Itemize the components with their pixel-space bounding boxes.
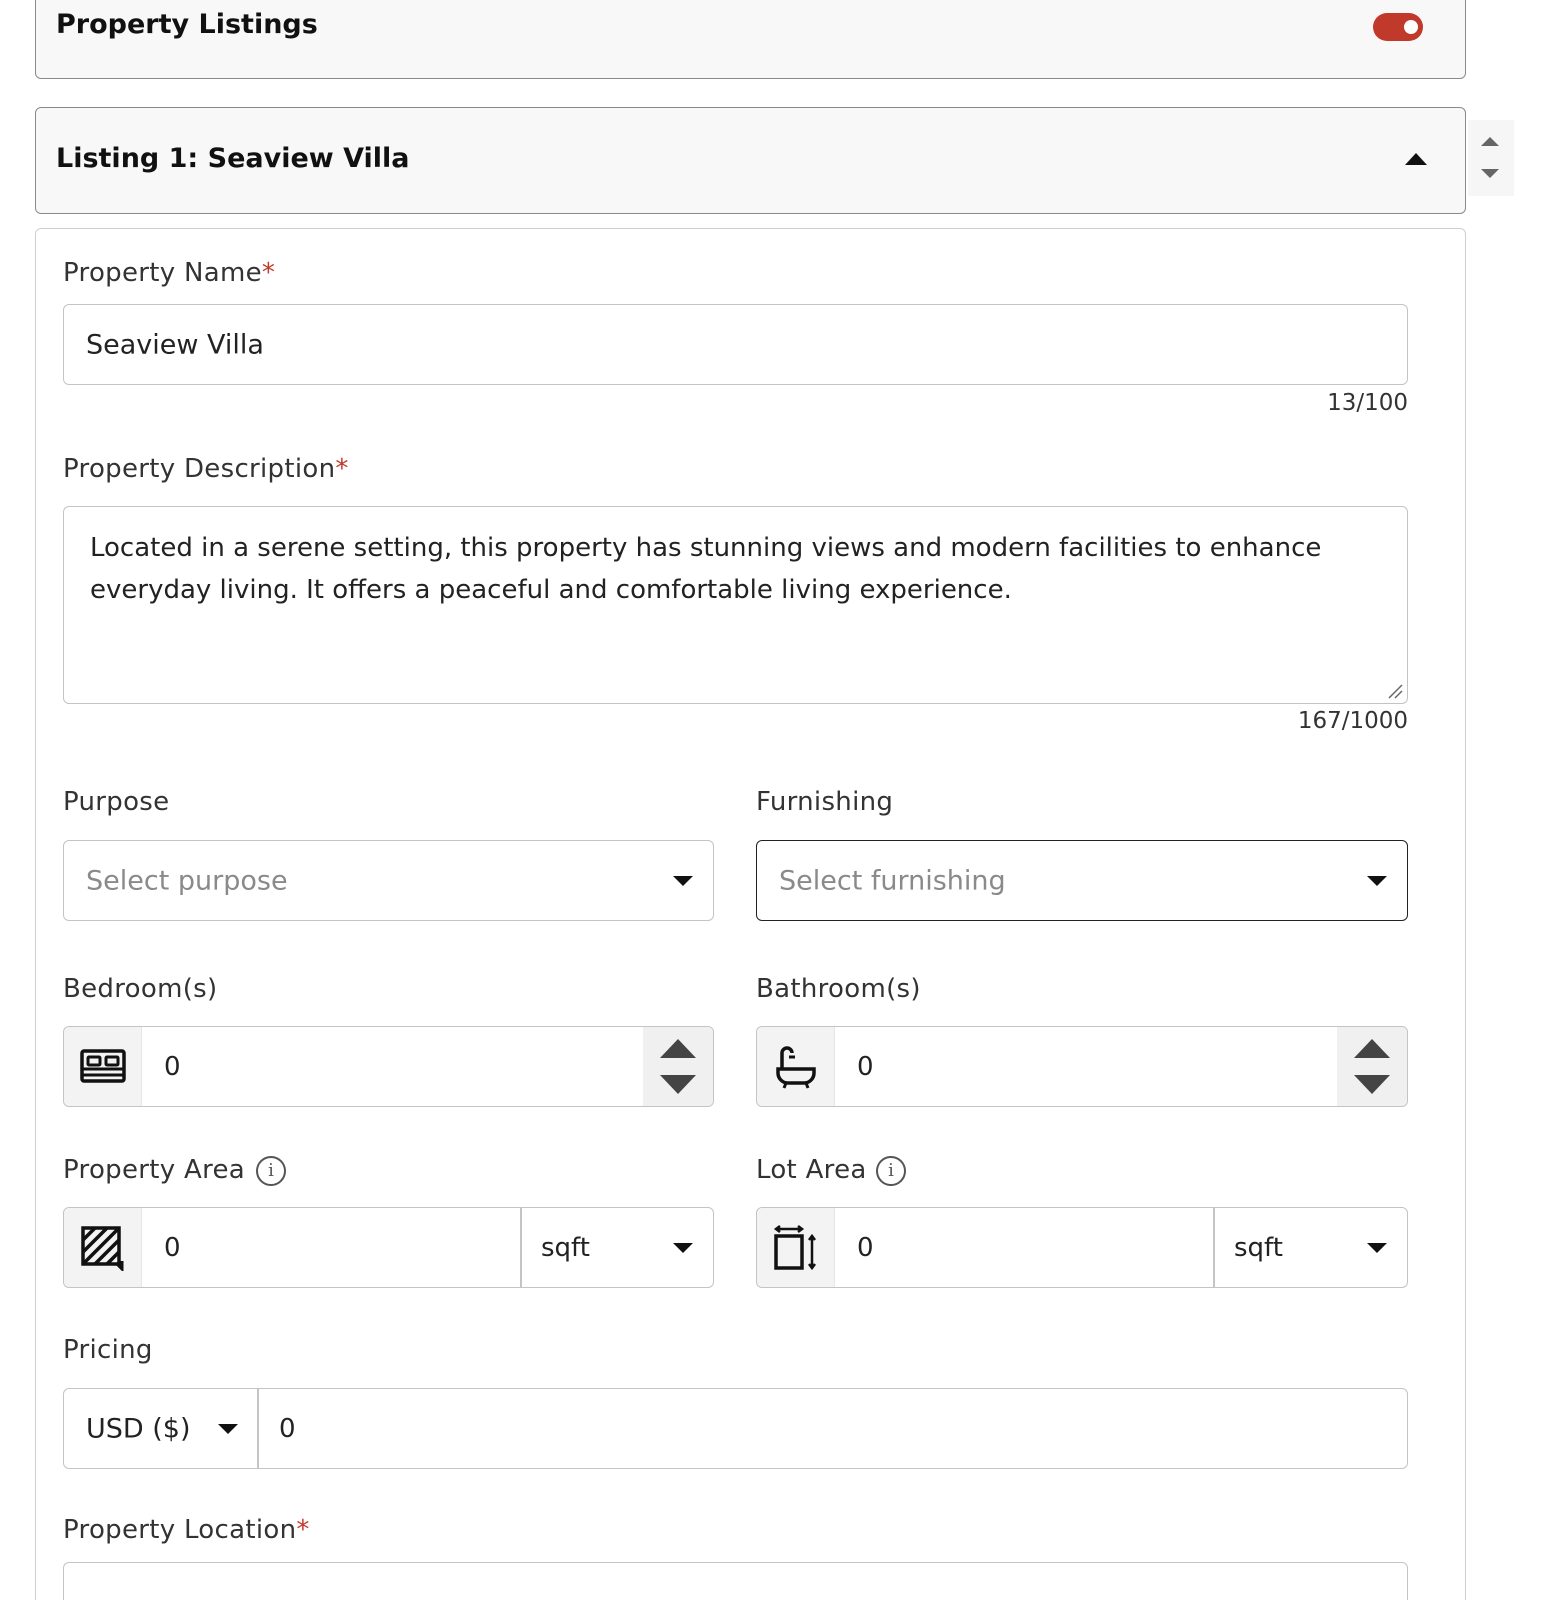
bed-icon — [79, 1048, 126, 1083]
property-name-label-text: Property Name — [63, 258, 262, 288]
increment-icon[interactable] — [660, 1039, 696, 1058]
increment-icon[interactable] — [1354, 1039, 1390, 1058]
chevron-down-icon[interactable] — [218, 1424, 238, 1434]
toggle-knob — [1404, 20, 1418, 34]
property-name-input[interactable]: Seaview Villa — [63, 304, 1408, 385]
listing-title: Listing 1: Seaview Villa — [56, 143, 410, 174]
property-area-value: 0 — [164, 1232, 181, 1263]
property-area-unit[interactable]: sqft — [541, 1233, 590, 1263]
required-mark: * — [335, 454, 349, 484]
resize-grip-icon[interactable] — [1387, 683, 1403, 699]
purpose-label: Purpose — [63, 787, 170, 817]
property-description-value: Located in a serene setting, this proper… — [90, 533, 1322, 605]
bathrooms-value: 0 — [857, 1051, 874, 1082]
property-location-label: Property Location* — [63, 1515, 310, 1545]
area-hatch-icon — [80, 1225, 123, 1271]
bedrooms-input[interactable]: 0 — [63, 1026, 714, 1107]
lot-dimension-icon — [773, 1224, 816, 1270]
property-name-value: Seaview Villa — [86, 329, 264, 360]
bathtub-icon-box — [757, 1027, 835, 1106]
area-icon-box — [64, 1208, 142, 1287]
furnishing-select[interactable]: Select furnishing — [756, 840, 1408, 921]
lot-area-input[interactable]: 0 sqft — [756, 1207, 1408, 1288]
required-mark: * — [261, 258, 276, 288]
lot-icon-box — [757, 1208, 835, 1287]
decrement-icon[interactable] — [1354, 1075, 1390, 1094]
bedrooms-stepper[interactable] — [643, 1027, 713, 1106]
property-description-label: Property Description* — [63, 454, 349, 484]
property-area-label: Property Area — [63, 1155, 246, 1185]
pricing-input[interactable]: USD ($) 0 — [63, 1388, 1408, 1469]
property-location-label-text: Property Location — [63, 1515, 297, 1545]
scroll-up-icon[interactable] — [1481, 137, 1499, 146]
property-description-textarea[interactable]: Located in a serene setting, this proper… — [63, 506, 1408, 704]
bathrooms-stepper[interactable] — [1337, 1027, 1407, 1106]
bedrooms-label: Bedroom(s) — [63, 974, 218, 1004]
bathrooms-label: Bathroom(s) — [756, 974, 921, 1004]
property-name-counter: 13/100 — [1327, 390, 1408, 416]
decrement-icon[interactable] — [660, 1075, 696, 1094]
unit-divider — [520, 1208, 522, 1287]
chevron-down-icon[interactable] — [1367, 1243, 1387, 1253]
section-title: Property Listings — [56, 9, 318, 40]
furnishing-placeholder: Select furnishing — [779, 865, 1006, 896]
property-location-input[interactable] — [63, 1562, 1408, 1600]
lot-area-value: 0 — [857, 1232, 874, 1263]
bathrooms-input[interactable]: 0 — [756, 1026, 1408, 1107]
listing-accordion-header[interactable]: Listing 1: Seaview Villa — [35, 107, 1466, 214]
currency-divider — [257, 1389, 259, 1468]
property-description-counter: 167/1000 — [1297, 708, 1408, 734]
property-listings-header: Property Listings — [35, 0, 1466, 79]
scroll-down-icon[interactable] — [1481, 169, 1499, 178]
property-area-info-icon[interactable]: i — [256, 1156, 286, 1186]
bathtub-icon — [775, 1045, 816, 1089]
pricing-value: 0 — [279, 1413, 296, 1444]
lot-area-unit[interactable]: sqft — [1234, 1233, 1283, 1263]
purpose-placeholder: Select purpose — [86, 865, 288, 896]
bedrooms-value: 0 — [164, 1051, 181, 1082]
required-mark: * — [296, 1515, 310, 1545]
chevron-up-icon[interactable] — [1405, 153, 1427, 165]
purpose-select[interactable]: Select purpose — [63, 840, 714, 921]
property-name-label: Property Name* — [63, 258, 275, 288]
chevron-down-icon — [673, 876, 693, 886]
currency-select[interactable]: USD ($) — [86, 1413, 191, 1444]
lot-area-info-icon[interactable]: i — [876, 1156, 906, 1186]
listings-toggle[interactable] — [1373, 13, 1423, 41]
unit-divider — [1213, 1208, 1215, 1287]
page-scroll-control[interactable] — [1468, 120, 1514, 196]
pricing-label: Pricing — [63, 1335, 153, 1365]
lot-area-label: Lot Area — [756, 1155, 867, 1185]
bed-icon-box — [64, 1027, 142, 1106]
chevron-down-icon — [1367, 876, 1387, 886]
furnishing-label: Furnishing — [756, 787, 894, 817]
property-description-label-text: Property Description — [63, 454, 336, 484]
chevron-down-icon[interactable] — [673, 1243, 693, 1253]
property-area-input[interactable]: 0 sqft — [63, 1207, 714, 1288]
